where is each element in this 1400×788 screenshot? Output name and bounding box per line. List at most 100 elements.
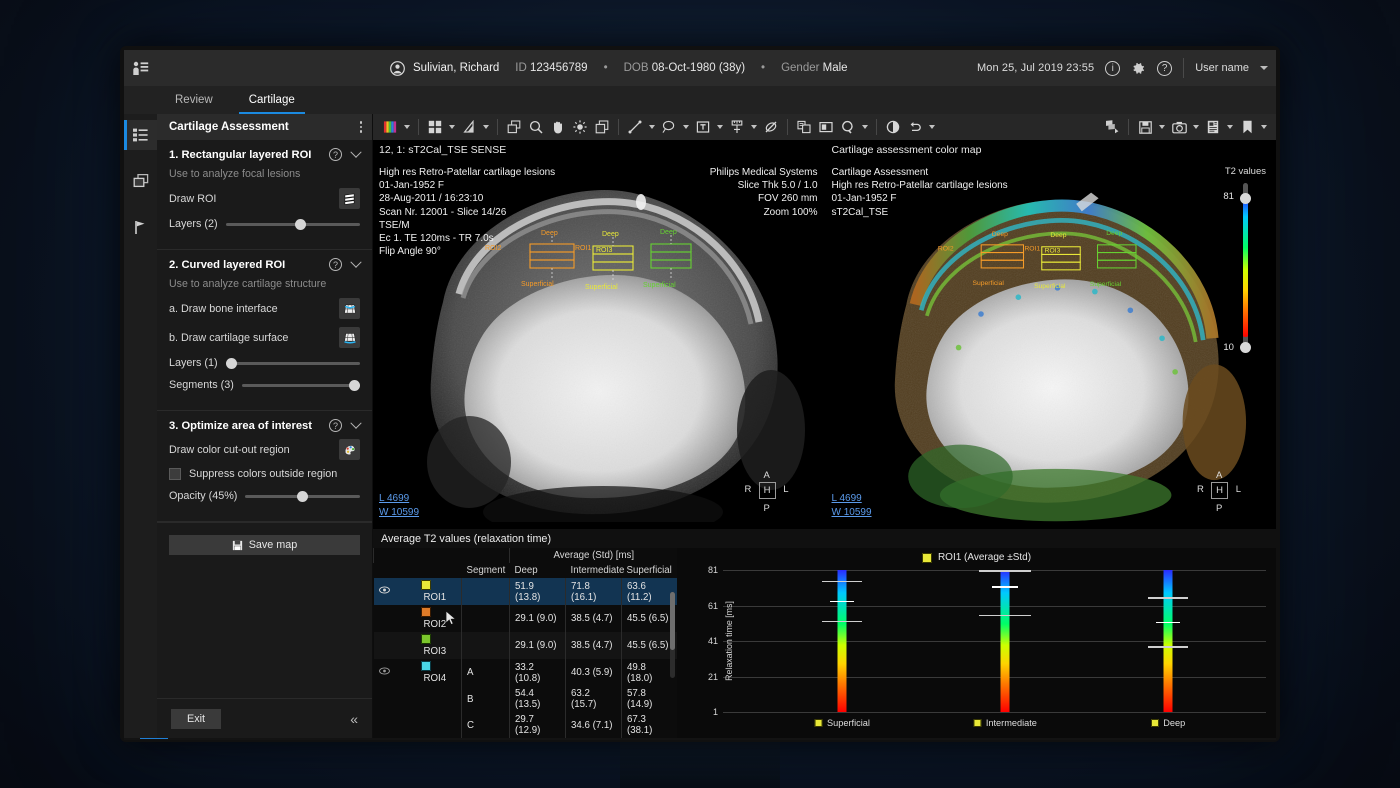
tab-cartilage[interactable]: Cartilage <box>231 86 313 114</box>
table-scrollbar[interactable] <box>670 592 675 678</box>
copy-layers-icon[interactable] <box>591 116 613 138</box>
row-roi-cell[interactable]: ROI1 <box>416 578 462 605</box>
compare-series-icon[interactable] <box>793 116 815 138</box>
pan-hand-icon[interactable] <box>547 116 569 138</box>
roi-overlay-right[interactable]: ROI2 ROI1 Deep Superficial ROI3 Deep Sup… <box>936 226 1186 306</box>
row-visibility-cell[interactable] <box>374 605 416 632</box>
triangle-window-icon[interactable] <box>458 116 480 138</box>
draw-roi-row: Draw ROI <box>169 188 360 209</box>
window-dropdown-caret[interactable] <box>480 116 492 138</box>
help-icon[interactable]: ? <box>1157 61 1172 76</box>
table-row[interactable]: ROI4 A 33.2 (10.8) 40.3 (5.9) 49.8 (18.0… <box>374 659 678 686</box>
text-annotation-icon[interactable] <box>692 116 714 138</box>
layers-slider[interactable] <box>226 217 360 231</box>
colormap-icon[interactable] <box>379 116 401 138</box>
print-dropdown-caret[interactable] <box>1224 116 1236 138</box>
save-map-button[interactable]: Save map <box>169 535 360 555</box>
sidebar-item-list-panel[interactable] <box>124 120 157 150</box>
row-roi-cell[interactable]: ROI3 <box>416 632 462 659</box>
snapshot-camera-icon[interactable] <box>1168 116 1190 138</box>
table-row[interactable]: C 29.7 (12.9) 34.6 (7.1) 67.3 (38.1) <box>374 712 678 738</box>
window-level-value[interactable]: L 4699 <box>832 492 872 506</box>
chevron-down-icon[interactable] <box>1260 66 1268 70</box>
hide-annotations-icon[interactable] <box>760 116 782 138</box>
collapse-left-icon[interactable]: « <box>350 711 358 727</box>
ruler-icon[interactable] <box>726 116 748 138</box>
invert-contrast-icon[interactable] <box>882 116 904 138</box>
zoom-icon[interactable] <box>525 116 547 138</box>
t2-colorbar-max-knob[interactable] <box>1240 193 1251 204</box>
table-row[interactable]: ROI3 29.1 (9.0) 38.5 (4.7) 45.5 (6.5) <box>374 632 678 659</box>
table-row[interactable]: ROI2 29.1 (9.0) 38.5 (4.7) 45.5 (6.5) <box>374 605 678 632</box>
t2-colorbar[interactable]: T2 values 81 10 <box>1225 166 1266 351</box>
thumbnail-icon[interactable] <box>815 116 837 138</box>
measure-dropdown-caret[interactable] <box>646 116 658 138</box>
info-icon[interactable]: i <box>1105 61 1120 76</box>
t2-colorbar-min-knob[interactable] <box>1240 342 1251 353</box>
help-icon[interactable]: ? <box>329 148 342 161</box>
colormap-dropdown-caret[interactable] <box>401 116 413 138</box>
sidebar-item-pointer-flag[interactable] <box>124 212 157 242</box>
bookmark-icon[interactable] <box>1236 116 1258 138</box>
roi-dropdown-caret[interactable] <box>680 116 692 138</box>
left-rail <box>124 114 157 738</box>
gear-icon[interactable] <box>1131 61 1146 76</box>
eye-icon[interactable] <box>379 586 390 594</box>
layers-slider[interactable] <box>226 356 360 370</box>
layout-grid-icon[interactable] <box>424 116 446 138</box>
save-dropdown-caret[interactable] <box>1156 116 1168 138</box>
tab-review[interactable]: Review <box>157 86 231 114</box>
table-row[interactable]: B 54.4 (13.5) 63.2 (15.7) 57.8 (14.9) <box>374 686 678 712</box>
bone-interface-icon[interactable] <box>339 298 360 319</box>
row-visibility-cell[interactable] <box>374 578 416 605</box>
chevron-down-icon[interactable] <box>350 417 361 428</box>
eye-icon[interactable] <box>379 667 390 675</box>
help-icon[interactable]: ? <box>329 258 342 271</box>
row-visibility-cell[interactable] <box>374 632 416 659</box>
freehand-roi-icon[interactable] <box>658 116 680 138</box>
opacity-slider[interactable] <box>245 489 360 503</box>
undo-reset-icon[interactable] <box>904 116 926 138</box>
save-disk-icon[interactable] <box>1134 116 1156 138</box>
row-visibility-cell[interactable] <box>374 659 416 686</box>
text-dropdown-caret[interactable] <box>714 116 726 138</box>
workspace: Cartilage Assessment 1. Rectangular laye… <box>124 114 1276 738</box>
row-roi-cell[interactable]: ROI4 <box>416 659 462 686</box>
window-width-value[interactable]: W 10599 <box>379 506 419 520</box>
undo-dropdown-caret[interactable] <box>926 116 938 138</box>
magnify-query-icon[interactable] <box>837 116 859 138</box>
suppress-colors-checkbox[interactable] <box>169 468 181 480</box>
t2-colorbar-track[interactable]: 81 10 <box>1243 183 1248 351</box>
chevron-down-icon[interactable] <box>350 146 361 157</box>
exit-button[interactable]: Exit <box>171 709 221 729</box>
window-level-value[interactable]: L 4699 <box>379 492 419 506</box>
roi-overlay-left[interactable]: ROI2 ROI1 Deep Superficial ROI3 Deep Sup… <box>483 226 743 306</box>
bookmark-dropdown-caret[interactable] <box>1258 116 1270 138</box>
window-width-value[interactable]: W 10599 <box>832 506 872 520</box>
snapshot-dropdown-caret[interactable] <box>1190 116 1202 138</box>
panel-overflow-menu-icon[interactable] <box>360 121 363 133</box>
user-name-label[interactable]: User name <box>1195 62 1249 74</box>
viewport-colormap[interactable]: Cartilage assessment color map <box>826 140 1277 528</box>
results-title: Average T2 values (relaxation time) <box>373 529 1276 548</box>
table-row[interactable]: ROI1 51.9 (13.8) 71.8 (16.1) 63.6 (11.2) <box>374 578 678 605</box>
patient-list-icon[interactable] <box>124 50 157 86</box>
rect-layers-icon[interactable] <box>339 188 360 209</box>
segments-slider[interactable] <box>242 378 360 392</box>
ruler-dropdown-caret[interactable] <box>748 116 760 138</box>
sidebar-item-series-stack[interactable] <box>124 166 157 196</box>
color-cutout-icon[interactable] <box>339 439 360 460</box>
layout-dropdown-caret[interactable] <box>446 116 458 138</box>
cartilage-surface-icon[interactable] <box>339 327 360 348</box>
window-level-readout-left[interactable]: L 4699 W 10599 <box>379 492 419 520</box>
send-layers-icon[interactable] <box>1101 116 1123 138</box>
query-dropdown-caret[interactable] <box>859 116 871 138</box>
window-level-readout-right[interactable]: L 4699 W 10599 <box>832 492 872 520</box>
viewport-grayscale[interactable]: 12, 1: sT2Cal_TSE SENSE <box>373 140 824 528</box>
brightness-icon[interactable] <box>569 116 591 138</box>
print-report-icon[interactable] <box>1202 116 1224 138</box>
measure-line-icon[interactable] <box>624 116 646 138</box>
chevron-down-icon[interactable] <box>350 256 361 267</box>
stack-scroll-icon[interactable] <box>503 116 525 138</box>
help-icon[interactable]: ? <box>329 419 342 432</box>
